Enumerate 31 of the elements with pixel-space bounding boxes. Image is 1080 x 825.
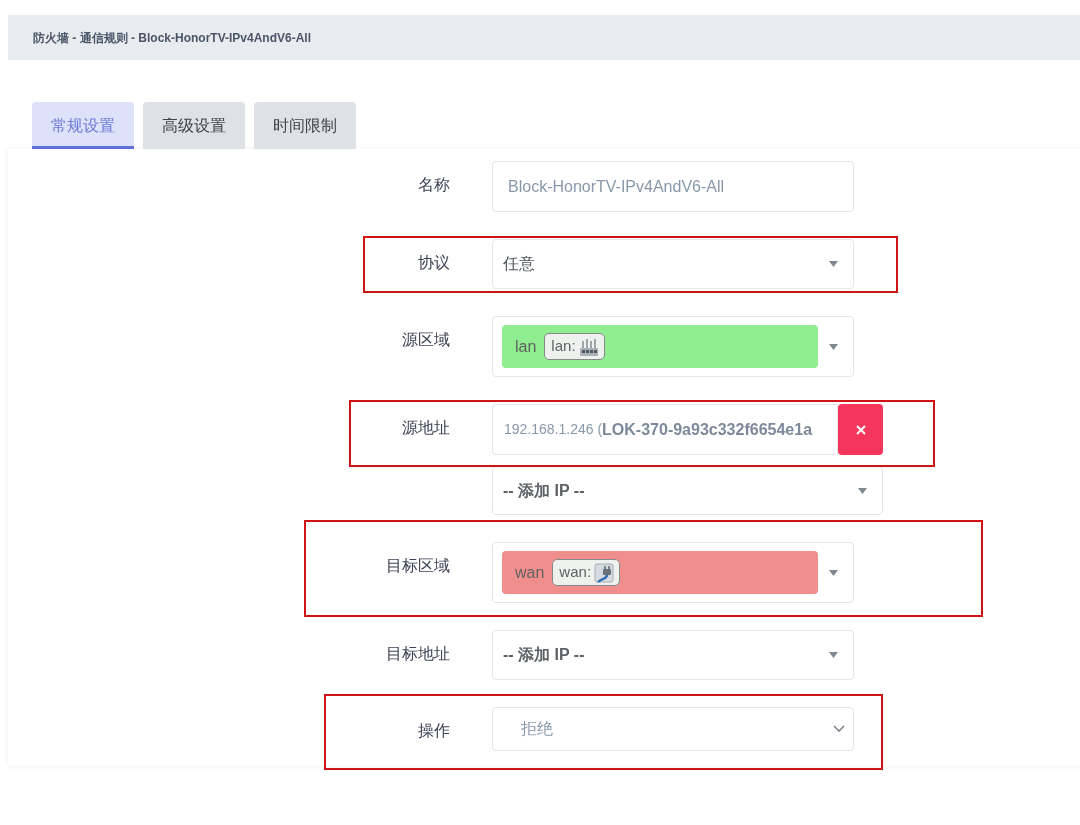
zone-tag-label: wan: <box>559 562 592 583</box>
caret-down-icon <box>829 343 838 350</box>
tab[interactable]: 高级设置 <box>143 102 245 149</box>
field-label: 源区域 <box>402 330 450 350</box>
tab[interactable]: 时间限制 <box>254 102 356 149</box>
field-label: 源地址 <box>402 418 450 438</box>
tab[interactable]: 常规设置 <box>32 102 134 149</box>
zone-tag-label: lan: <box>551 336 576 357</box>
field-label: 目标地址 <box>386 644 450 664</box>
address-entry: 192.168.1.246 (LOK-370-9a93c332f6654e1a <box>492 404 838 455</box>
page-title: 防火墙 - 通信规则 - Block-HonorTV-IPv4AndV6-All <box>33 29 311 47</box>
add-ip-select[interactable]: -- 添加 IP -- <box>492 630 854 680</box>
plug-icon <box>594 562 615 583</box>
field-label: 目标区域 <box>386 556 450 576</box>
field-label: 操作 <box>418 721 450 741</box>
select-field[interactable]: 任意 <box>492 239 854 289</box>
caret-down-icon <box>829 261 838 267</box>
field-label: 名称 <box>418 175 450 195</box>
caret-down-icon <box>829 569 838 576</box>
field-label: 协议 <box>418 253 450 273</box>
add-ip-select[interactable]: -- 添加 IP -- <box>492 466 883 515</box>
zone-name: wan <box>515 562 545 583</box>
zone-select[interactable]: lan lan: <box>492 316 854 377</box>
caret-down-icon <box>829 652 838 658</box>
remove-button[interactable] <box>838 404 883 455</box>
zone-select[interactable]: wan wan: <box>492 542 854 603</box>
network-switch-icon <box>578 336 599 357</box>
zone-name: lan <box>515 336 537 357</box>
caret-down-icon <box>858 487 867 494</box>
chevron-down-icon <box>833 725 845 733</box>
close-icon <box>855 424 866 435</box>
